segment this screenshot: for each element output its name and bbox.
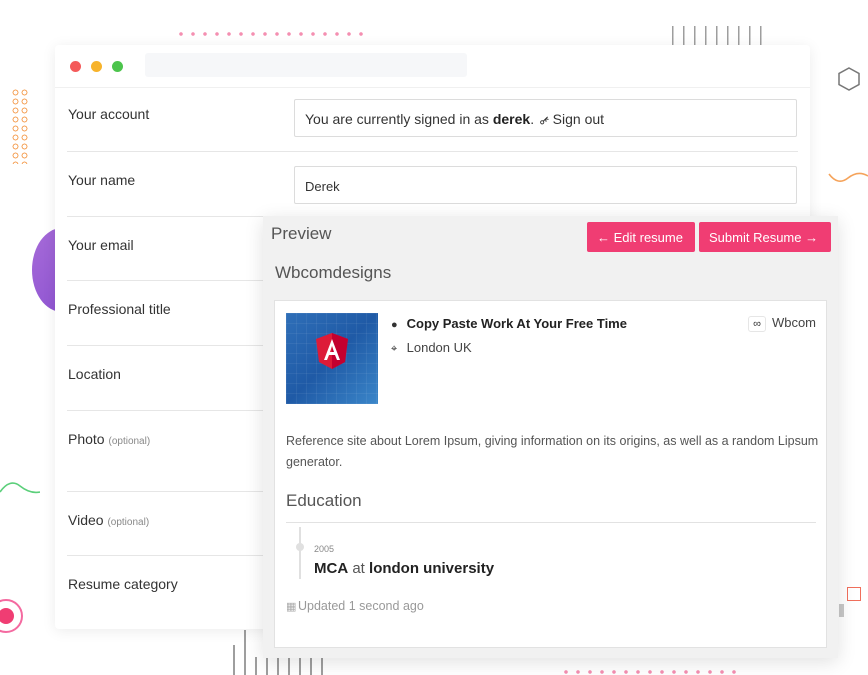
education-divider: [286, 522, 816, 523]
resume-description: Reference site about Lorem Ipsum, giving…: [286, 434, 819, 469]
decorative-wave-left: [0, 482, 40, 494]
map-pin-icon: ⌖: [391, 343, 398, 355]
video-label: Video (optional): [68, 512, 150, 528]
resume-category-label: Resume category: [68, 576, 178, 592]
decorative-circle-grid: [11, 88, 29, 164]
qualification-connector: at: [352, 560, 365, 577]
decorative-bars-top: [672, 26, 767, 46]
resume-card: ● Copy Paste Work At Your Free Time ⌖ Lo…: [274, 300, 827, 648]
decorative-dots-bottom: [560, 670, 740, 674]
updated-timestamp: ▦ Updated 1 second ago: [286, 599, 424, 613]
photo-label: Photo (optional): [68, 431, 151, 447]
photo-optional-note: (optional): [108, 436, 151, 447]
account-status-field: You are currently signed in as derek. ⚷ …: [294, 99, 797, 137]
timeline-dot: [296, 543, 304, 551]
edit-resume-button[interactable]: ← Edit resume: [587, 222, 695, 252]
school-name: london university: [369, 560, 495, 577]
resume-preview-panel: Preview ← Edit resume Submit Resume → Wb…: [263, 216, 838, 658]
decorative-ring: [0, 599, 23, 633]
account-label: Your account: [68, 106, 150, 122]
window-minimize-button[interactable]: [91, 61, 102, 72]
preview-title: Preview: [271, 224, 332, 243]
location-label: Location: [68, 366, 121, 382]
professional-title-label: Professional title: [68, 301, 171, 317]
account-text-suffix: .: [530, 111, 535, 127]
name-input-value: Derek: [305, 179, 340, 194]
decorative-square: [847, 587, 861, 601]
calendar-icon: ▦: [286, 601, 297, 613]
window-maximize-button[interactable]: [112, 61, 123, 72]
account-text-prefix: You are currently signed in as: [305, 111, 489, 127]
company-link-text: Wbcom: [771, 315, 816, 330]
form-row-account: Your account You are currently signed in…: [67, 88, 798, 152]
sign-out-label: Sign out: [552, 111, 605, 127]
window-title-bar: [55, 45, 810, 88]
job-title: ● Copy Paste Work At Your Free Time: [391, 316, 627, 331]
submit-resume-button[interactable]: Submit Resume →: [699, 222, 831, 252]
education-qualification: MCA at london university: [314, 560, 494, 577]
decorative-wave-right: [828, 172, 868, 182]
name-label: Your name: [68, 172, 136, 188]
address-bar[interactable]: [145, 53, 467, 77]
link-icon: ∞: [748, 316, 766, 332]
qualification-name: MCA: [314, 560, 349, 577]
company-heading: Wbcomdesigns: [275, 263, 392, 282]
decorative-dots-top: [175, 32, 365, 36]
education-year: 2005: [314, 544, 335, 554]
user-icon: ●: [391, 319, 398, 331]
education-entry: 2005 MCA at london university: [296, 527, 799, 579]
hexagon-icon: [838, 67, 860, 91]
job-location: ⌖ London UK: [391, 340, 472, 356]
name-input[interactable]: Derek: [294, 166, 797, 204]
window-close-button[interactable]: [70, 61, 81, 72]
job-title-text: Copy Paste Work At Your Free Time: [406, 316, 627, 331]
video-optional-note: (optional): [107, 517, 150, 528]
resume-thumbnail: [286, 313, 378, 404]
job-location-text: London UK: [406, 340, 472, 355]
form-row-name: Your name Derek: [67, 152, 798, 217]
updated-text: Updated 1 second ago: [298, 599, 424, 613]
company-website-link[interactable]: ∞ Wbcom: [748, 315, 816, 332]
key-icon: ⚷: [536, 111, 553, 129]
scrollbar-thumb[interactable]: [839, 604, 844, 617]
education-heading: Education: [286, 491, 362, 510]
sign-out-link[interactable]: ⚷ Sign out: [536, 111, 605, 129]
account-username: derek: [492, 111, 531, 127]
email-label: Your email: [68, 237, 134, 253]
angular-logo-icon: [316, 333, 348, 369]
